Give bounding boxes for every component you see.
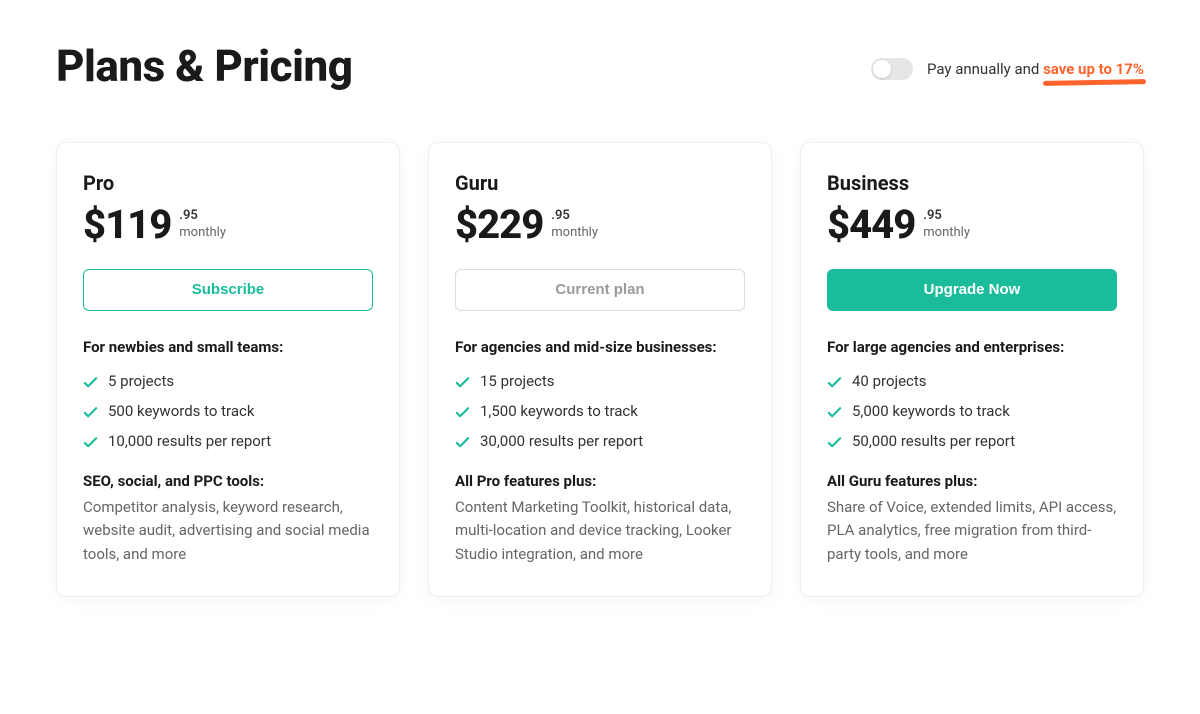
audience-heading: For agencies and mid-size businesses: <box>455 337 745 358</box>
feature-text: 10,000 results per report <box>108 432 271 450</box>
plan-card-guru: Guru $229 .95 monthly Current plan For a… <box>428 142 772 597</box>
plan-name: Guru <box>455 171 745 195</box>
feature-item: 30,000 results per report <box>455 432 745 450</box>
price-side: .95 monthly <box>179 205 226 242</box>
price-period: monthly <box>923 225 970 242</box>
check-icon <box>83 435 98 450</box>
check-icon <box>83 375 98 390</box>
feature-item: 10,000 results per report <box>83 432 373 450</box>
price-main: $229 <box>455 205 543 245</box>
feature-list: 15 projects 1,500 keywords to track 30,0… <box>455 372 745 450</box>
feature-text: 15 projects <box>480 372 555 390</box>
feature-text: 50,000 results per report <box>852 432 1015 450</box>
feature-text: 5 projects <box>108 372 174 390</box>
price-cents: .95 <box>179 208 226 225</box>
billing-toggle-area: Pay annually and save up to 17% <box>871 58 1144 80</box>
price-main: $449 <box>827 205 915 245</box>
feature-item: 5,000 keywords to track <box>827 402 1117 420</box>
audience-heading: For newbies and small teams: <box>83 337 373 358</box>
feature-text: 1,500 keywords to track <box>480 402 638 420</box>
feature-list: 40 projects 5,000 keywords to track 50,0… <box>827 372 1117 450</box>
feature-item: 15 projects <box>455 372 745 390</box>
feature-item: 500 keywords to track <box>83 402 373 420</box>
price-row: $119 .95 monthly <box>83 205 373 245</box>
price-main: $119 <box>83 205 171 245</box>
feature-item: 50,000 results per report <box>827 432 1117 450</box>
subscribe-button[interactable]: Subscribe <box>83 269 373 311</box>
billing-toggle-label: Pay annually and save up to 17% <box>927 60 1144 78</box>
plan-name: Pro <box>83 171 373 195</box>
plans-grid: Pro $119 .95 monthly Subscribe For newbi… <box>56 142 1144 597</box>
page-title: Plans & Pricing <box>56 40 352 92</box>
check-icon <box>827 435 842 450</box>
check-icon <box>455 435 470 450</box>
price-side: .95 monthly <box>923 205 970 242</box>
check-icon <box>455 405 470 420</box>
extras-title: SEO, social, and PPC tools: <box>83 472 373 490</box>
toggle-knob <box>873 60 891 78</box>
feature-text: 5,000 keywords to track <box>852 402 1010 420</box>
plan-card-business: Business $449 .95 monthly Upgrade Now Fo… <box>800 142 1144 597</box>
extras-desc: Content Marketing Toolkit, historical da… <box>455 496 745 566</box>
price-row: $449 .95 monthly <box>827 205 1117 245</box>
current-plan-button: Current plan <box>455 269 745 311</box>
check-icon <box>827 375 842 390</box>
feature-text: 500 keywords to track <box>108 402 254 420</box>
audience-heading: For large agencies and enterprises: <box>827 337 1117 358</box>
upgrade-now-button[interactable]: Upgrade Now <box>827 269 1117 311</box>
price-period: monthly <box>551 225 598 242</box>
extras-desc: Share of Voice, extended limits, API acc… <box>827 496 1117 566</box>
check-icon <box>455 375 470 390</box>
feature-item: 5 projects <box>83 372 373 390</box>
price-row: $229 .95 monthly <box>455 205 745 245</box>
billing-toggle[interactable] <box>871 58 913 80</box>
plan-card-pro: Pro $119 .95 monthly Subscribe For newbi… <box>56 142 400 597</box>
header-row: Plans & Pricing Pay annually and save up… <box>56 40 1144 92</box>
price-period: monthly <box>179 225 226 242</box>
check-icon <box>827 405 842 420</box>
feature-text: 30,000 results per report <box>480 432 643 450</box>
feature-text: 40 projects <box>852 372 927 390</box>
price-cents: .95 <box>923 208 970 225</box>
feature-item: 1,500 keywords to track <box>455 402 745 420</box>
extras-desc: Competitor analysis, keyword research, w… <box>83 496 373 566</box>
toggle-prefix: Pay annually and <box>927 60 1043 78</box>
feature-list: 5 projects 500 keywords to track 10,000 … <box>83 372 373 450</box>
toggle-highlight: save up to 17% <box>1043 60 1144 78</box>
plan-name: Business <box>827 171 1117 195</box>
price-cents: .95 <box>551 208 598 225</box>
check-icon <box>83 405 98 420</box>
extras-title: All Pro features plus: <box>455 472 745 490</box>
feature-item: 40 projects <box>827 372 1117 390</box>
price-side: .95 monthly <box>551 205 598 242</box>
extras-title: All Guru features plus: <box>827 472 1117 490</box>
